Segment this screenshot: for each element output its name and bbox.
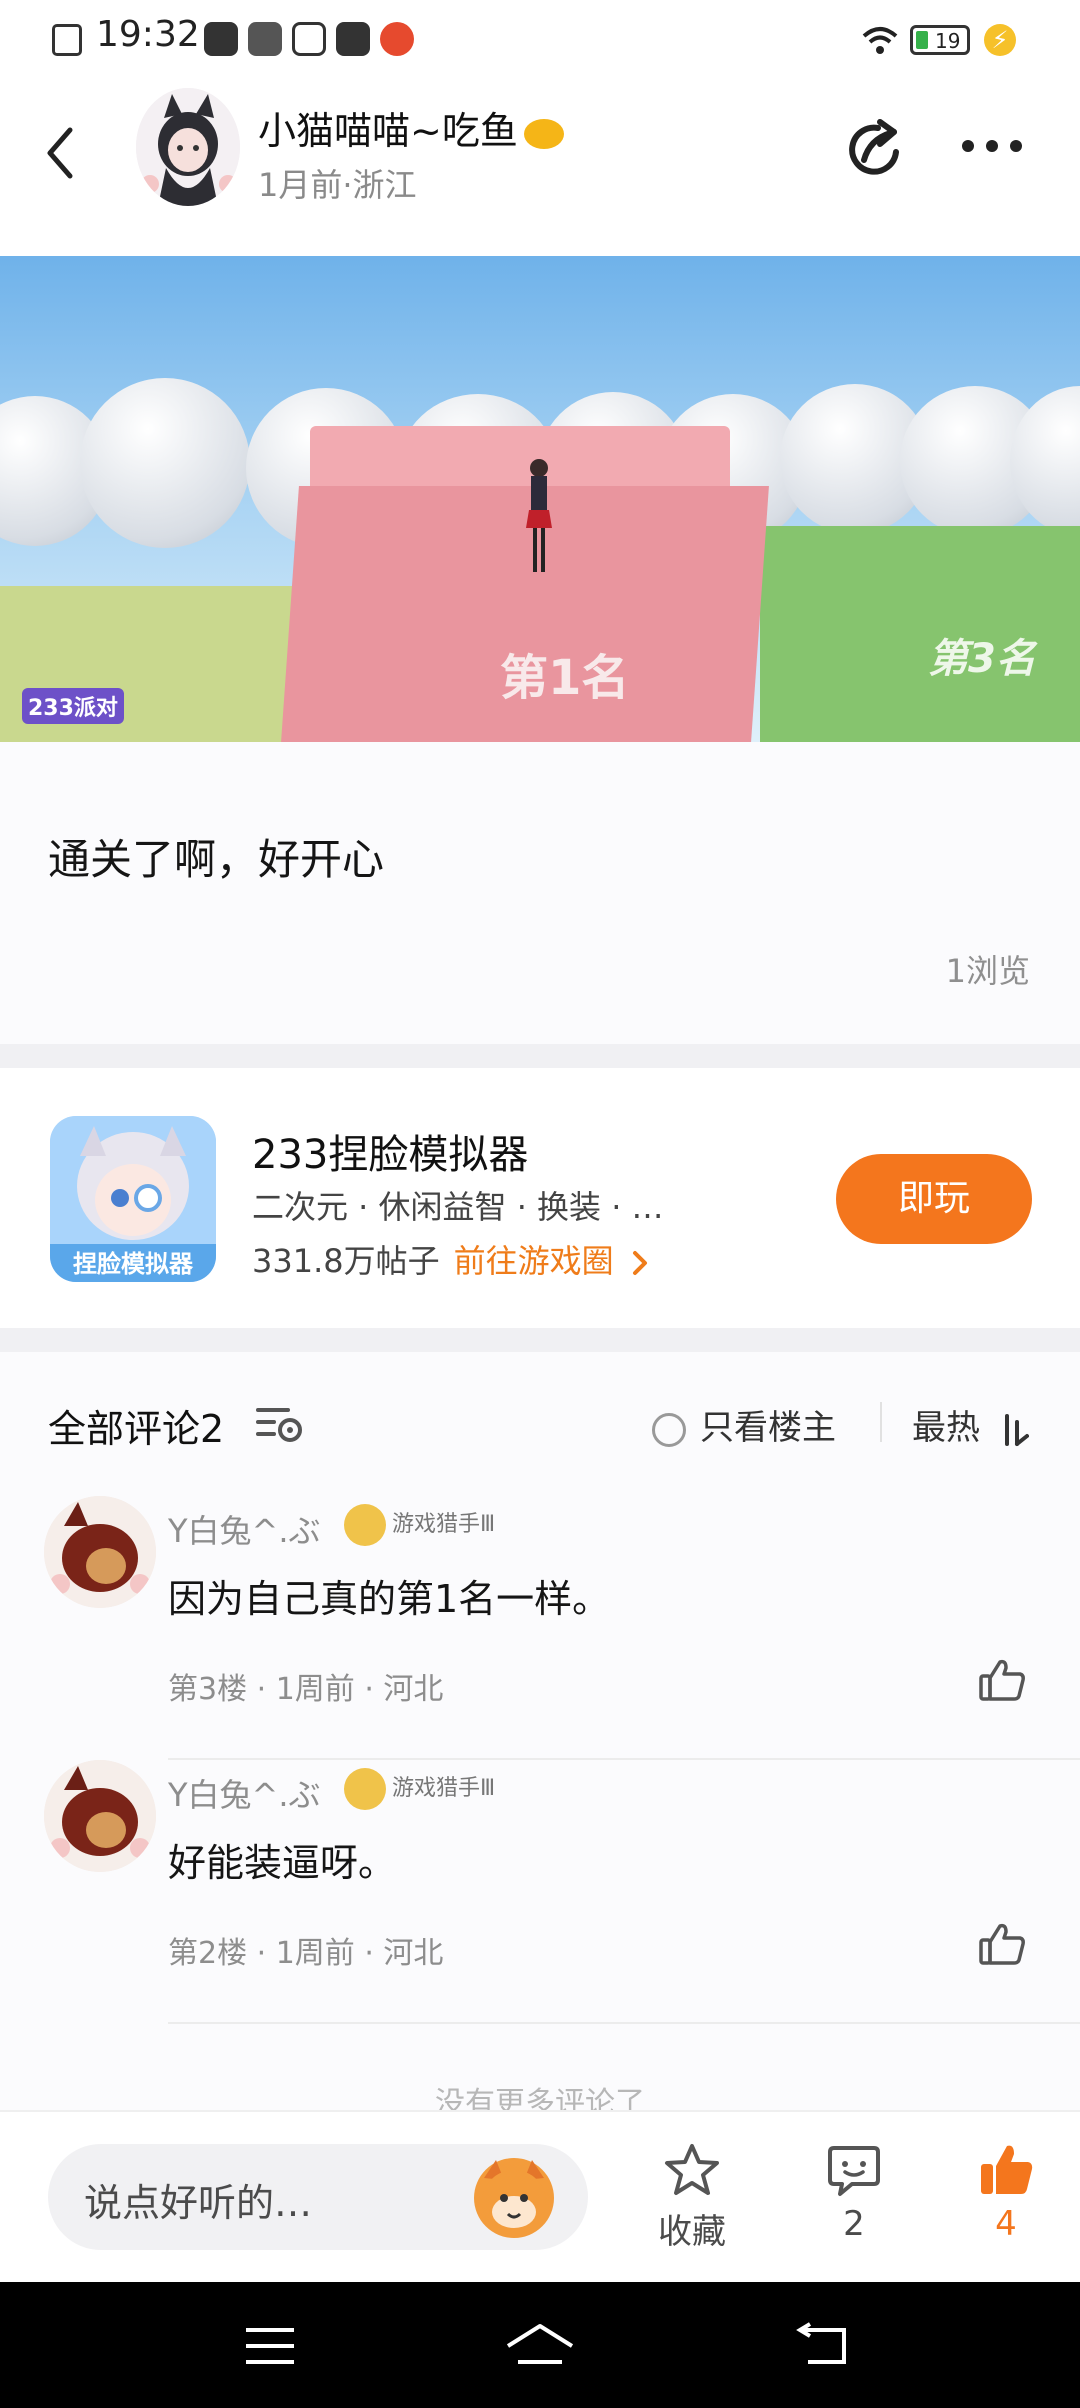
svg-text:捏脸模拟器: 捏脸模拟器 <box>73 1250 194 1278</box>
character-figure <box>526 456 552 576</box>
favorite-label: 收藏 <box>658 2212 726 2252</box>
favorite-button[interactable]: 收藏 <box>632 2142 752 2253</box>
watermark-logo: 233派对 <box>22 688 124 724</box>
commenter-name[interactable]: Y白兔^.ぶ <box>168 1506 321 1552</box>
game-icon[interactable]: 捏脸模拟器 <box>50 1116 216 1282</box>
fish-emoji-icon <box>523 118 564 149</box>
view-count: 1浏览 <box>945 952 1030 990</box>
system-nav-bar <box>0 2282 1080 2408</box>
comment-item: Y白兔^.ぶ 游戏猎手Ⅲ 因为自己真的第1名一样。 第3楼 · 1周前 · 河北 <box>0 1496 1080 1760</box>
comment-text: 因为自己真的第1名一样。 <box>168 1577 611 1621</box>
home-icon[interactable] <box>504 2322 576 2366</box>
app-icon <box>292 22 326 56</box>
bottom-action-bar: 说点好听的… 收藏 2 4 <box>0 2110 1080 2282</box>
post-image[interactable]: 第1名 第3名 233派对 <box>0 256 1080 742</box>
only-owner-toggle[interactable]: 只看楼主 <box>652 1400 836 1449</box>
sort-dropdown[interactable]: 最热 <box>912 1400 1029 1449</box>
like-count: 4 <box>995 2204 1017 2244</box>
comment-input-placeholder: 说点好听的… <box>84 2181 313 2225</box>
user-badge: 游戏猎手Ⅲ <box>344 1504 495 1546</box>
commenter-avatar[interactable] <box>44 1760 156 1872</box>
commenter-avatar[interactable] <box>44 1496 156 1608</box>
game-circle-link[interactable]: 前往游戏圈 <box>454 1242 648 1280</box>
sim-card-icon <box>52 24 82 56</box>
comment-button[interactable]: 2 <box>794 2142 914 2244</box>
section-divider <box>0 1328 1080 1352</box>
comment-text: 好能装逼呀。 <box>168 1841 397 1885</box>
badge-icon <box>344 1504 386 1546</box>
thumbs-up-icon[interactable] <box>978 1658 1026 1702</box>
play-now-button[interactable]: 即玩 <box>836 1154 1032 1244</box>
back-icon[interactable] <box>796 2322 852 2366</box>
post-header: 小猫喵喵~吃鱼 1月前·浙江 <box>0 80 1080 256</box>
avatar[interactable] <box>136 88 240 206</box>
comment-count: 2 <box>843 2204 865 2244</box>
game-title[interactable]: 233捏脸模拟器 <box>252 1122 528 1180</box>
app-icon <box>248 22 282 56</box>
comment-meta: 第2楼 · 1周前 · 河北 <box>168 1936 444 1971</box>
status-bar: 19:32 19 ⚡ <box>0 0 1080 80</box>
wifi-icon <box>862 27 898 54</box>
podium-label-first: 第1名 <box>500 650 630 706</box>
chevron-right-icon <box>632 1251 647 1275</box>
comment-meta: 第3楼 · 1周前 · 河北 <box>168 1672 444 1707</box>
back-arrow-icon[interactable] <box>44 126 74 180</box>
post-count: 331.8万帖子 <box>252 1242 440 1280</box>
radio-unchecked-icon[interactable] <box>652 1412 686 1447</box>
comments-section: 全部评论2 只看楼主 最热 Y白兔^.ぶ 游戏猎手Ⅲ 因为自己真的第1名一样。 … <box>0 1352 1080 2121</box>
commenter-name[interactable]: Y白兔^.ぶ <box>168 1770 321 1816</box>
menu-icon[interactable] <box>244 2326 296 2366</box>
game-tags: 二次元 · 休闲益智 · 换装 · … <box>252 1188 664 1226</box>
like-button[interactable]: 4 <box>946 2142 1066 2244</box>
status-time: 19:32 <box>96 14 200 55</box>
app-icon <box>336 22 370 56</box>
sort-divider <box>880 1402 882 1442</box>
comment-input[interactable]: 说点好听的… <box>48 2144 588 2250</box>
filter-icon[interactable] <box>256 1404 304 1444</box>
badge-icon <box>344 1768 386 1810</box>
username[interactable]: 小猫喵喵~吃鱼 <box>258 100 564 155</box>
star-icon <box>665 2144 719 2195</box>
battery-level: 19 <box>935 29 961 53</box>
section-divider <box>0 1044 1080 1068</box>
comment-bubble-icon <box>828 2146 880 2196</box>
comment-separator <box>168 2022 1080 2024</box>
podium-label-third: 第3名 <box>928 636 1036 682</box>
more-icon[interactable] <box>960 138 1024 154</box>
charging-icon: ⚡ <box>984 24 1016 56</box>
sort-icon <box>1004 1413 1029 1446</box>
game-post-stats: 331.8万帖子 前往游戏圈 <box>252 1236 648 1282</box>
battery-icon: 19 <box>910 25 970 55</box>
post-text: 通关了啊，好开心 <box>48 835 385 884</box>
game-card[interactable]: 捏脸模拟器 233捏脸模拟器 二次元 · 休闲益智 · 换装 · … 331.8… <box>0 1068 1080 1328</box>
comments-title: 全部评论2 <box>48 1407 225 1451</box>
share-icon[interactable] <box>844 118 906 180</box>
thumbs-up-filled-icon <box>981 2145 1033 2194</box>
mascot-icon[interactable] <box>474 2158 554 2238</box>
user-badge: 游戏猎手Ⅲ <box>344 1768 495 1810</box>
app-icon <box>204 22 238 56</box>
thumbs-up-icon[interactable] <box>978 1922 1026 1966</box>
app-icon <box>380 22 414 56</box>
comment-item: Y白兔^.ぶ 游戏猎手Ⅲ 好能装逼呀。 第2楼 · 1周前 · 河北 <box>0 1760 1080 2024</box>
post-meta: 1月前·浙江 <box>258 166 417 204</box>
